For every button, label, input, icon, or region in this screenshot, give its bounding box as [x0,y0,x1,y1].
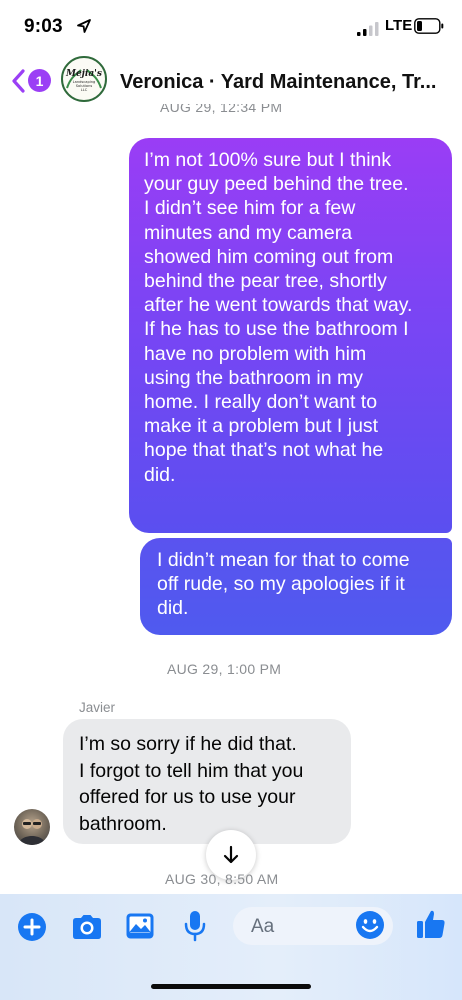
message-line: have no problem with him [144,342,367,365]
message-line: did. [144,463,176,486]
message-line: I didn’t see him for a few [144,197,356,220]
message-line: after he went towards that way. [144,294,413,317]
business-logo-avatar[interactable]: Mejia's Landscaping Solutions LLC [61,56,107,102]
status-time: 9:03 [24,16,63,37]
message-input-placeholder: Aa [251,916,275,937]
logo-name-text: Mejia's [65,69,102,79]
outgoing-message-bubble[interactable]: I didn’t mean for that to come off rude,… [140,538,452,635]
message-line: If he has to use the bathroom I [144,318,409,341]
timestamp-top: AUG 29, 12:34 PM [160,104,310,118]
arrow-down-icon [223,845,239,864]
message-line: I forgot to tell him that you [79,759,304,782]
timestamp-bottom: AUG 30, 8:50 AM [165,871,279,887]
home-indicator [151,984,311,989]
network-type: LTE [385,17,413,34]
message-line: minutes and my camera [144,221,353,244]
gallery-icon[interactable] [125,912,155,940]
emoji-icon[interactable] [355,910,385,940]
like-icon[interactable] [416,908,446,940]
incoming-message-bubble[interactable]: I’m so sorry if he did that. I forgot to… [63,719,351,844]
message-line: I’m not 100% sure but I think [144,149,392,171]
chevron-left-icon[interactable] [10,68,26,94]
sender-avatar[interactable] [14,809,50,845]
unread-badge[interactable]: 1 [28,69,51,92]
signal-icon [357,22,379,36]
message-line: make it a problem but I just [144,415,379,438]
message-line: showed him coming out from [144,245,394,268]
outgoing-message-bubble[interactable]: I’m not 100% sure but I think your guy p… [129,138,452,533]
message-line: I’m so sorry if he did that. [79,733,297,755]
message-line: hope that that’s not what he [144,439,384,462]
battery-icon [414,18,444,34]
message-line: behind the pear tree, shortly [144,270,387,293]
timestamp-mid: AUG 29, 1:00 PM [167,661,282,677]
location-arrow-icon [77,19,91,33]
message-line: did. [157,597,189,620]
message-line: off rude, so my apologies if it [157,573,405,596]
plus-icon[interactable] [17,912,47,942]
status-bar: 9:03 LTE [0,0,462,56]
message-line: offered for us to use your [79,786,296,808]
sender-name: Javier [79,700,116,715]
message-line: I didn’t mean for that to come [157,549,410,571]
logo-line3-text: LLC [81,88,88,92]
camera-icon[interactable] [70,912,104,942]
message-line: your guy peed behind the tree. [144,173,409,196]
message-line: using the bathroom in my [144,366,363,389]
message-line: bathroom. [79,812,167,835]
timestamp-top-text: AUG 29, 12:34 PM [160,104,283,115]
message-line: home. I really don’t want to [144,391,378,414]
mic-icon[interactable] [184,910,206,942]
conversation-title[interactable]: Veronica · Yard Maintenance, Tr... [120,71,455,94]
